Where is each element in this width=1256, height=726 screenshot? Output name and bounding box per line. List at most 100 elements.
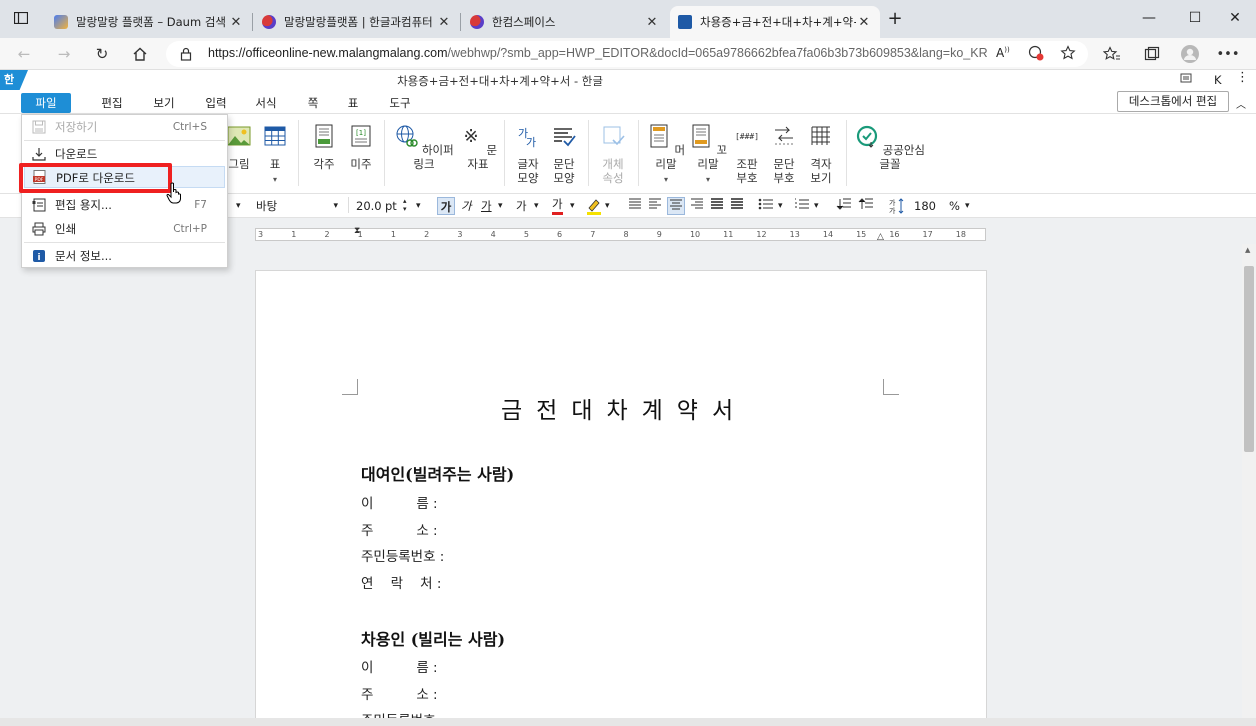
download-icon xyxy=(32,148,46,161)
scrollbar-thumb[interactable] xyxy=(1244,266,1254,452)
back-icon[interactable]: ← xyxy=(10,42,38,66)
close-tab-icon[interactable]: ✕ xyxy=(856,15,872,30)
refresh-icon[interactable]: ↻ xyxy=(88,42,116,66)
ruler-tick-label: 9 xyxy=(656,230,662,239)
underline-dropdown-icon[interactable]: ▾ xyxy=(498,197,503,215)
new-tab-icon[interactable]: + xyxy=(880,0,910,36)
add-favorite-icon[interactable] xyxy=(1060,45,1076,64)
numbered-list-icon[interactable] xyxy=(794,197,810,215)
comment-icon[interactable] xyxy=(1180,73,1192,88)
menu-file[interactable]: 파일 xyxy=(21,93,71,113)
browser-tab-hancom[interactable]: 말랑말랑플랫폼 | 한글과컴퓨터 ✕ xyxy=(254,6,460,38)
underline-button[interactable]: 가 xyxy=(481,197,492,215)
font-color-button[interactable]: 가 xyxy=(552,197,563,215)
menu-format[interactable]: 서식 xyxy=(246,93,286,113)
vertical-scrollbar[interactable]: ▲ xyxy=(1242,244,1256,720)
document-page[interactable]: 금전대차계약서 대여인(빌려주는 사람) 이 름 : 주 소 : 주민등록번호 … xyxy=(255,270,987,726)
para-shape-button[interactable]: 문단 모양 xyxy=(548,124,580,185)
insert-image-button[interactable]: 그림 xyxy=(226,124,252,171)
tab-actions-icon[interactable] xyxy=(0,0,42,36)
public-safe-font-button[interactable]: 공공안심글꼴 xyxy=(854,124,926,171)
typeset-marks-button[interactable]: [###] 조판 부호 xyxy=(732,124,762,185)
favorites-icon[interactable] xyxy=(1098,42,1126,66)
bullet-list-icon[interactable] xyxy=(758,197,774,215)
endnote-button[interactable]: [1] 미주 xyxy=(346,124,376,171)
align-justify-icon[interactable] xyxy=(628,197,642,215)
menu-insert[interactable]: 입력 xyxy=(196,93,236,113)
menu-page[interactable]: 쪽 xyxy=(296,93,330,113)
close-tab-icon[interactable]: ✕ xyxy=(436,15,452,30)
menu-item-doc-info[interactable]: i 문서 정보... xyxy=(22,245,227,267)
bullet-dropdown-icon[interactable]: ▾ xyxy=(778,197,783,215)
header-button[interactable]: 머리말 ▾ xyxy=(646,124,686,187)
close-tab-icon[interactable]: ✕ xyxy=(228,15,244,30)
menu-table[interactable]: 표 xyxy=(338,93,368,113)
line-spacing-value[interactable]: 180 xyxy=(914,197,936,215)
highlight-icon[interactable] xyxy=(586,197,602,215)
lock-icon[interactable] xyxy=(180,47,192,64)
forward-icon[interactable]: → xyxy=(50,42,78,66)
increase-indent-icon[interactable] xyxy=(858,197,874,215)
footer-button[interactable]: 꼬리말 ▾ xyxy=(688,124,728,187)
menu-item-print[interactable]: 인쇄 Ctrl+P xyxy=(22,218,227,240)
read-aloud-icon[interactable]: A)) xyxy=(996,46,1010,60)
numbering-dropdown-icon[interactable]: ▾ xyxy=(814,197,819,215)
tracking-prevention-icon[interactable] xyxy=(1028,45,1044,64)
desktop-edit-button[interactable]: 데스크톱에서 편집 xyxy=(1117,91,1229,112)
browser-tab-daum[interactable]: 말랑말랑 플랫폼 – Daum 검색 ✕ xyxy=(46,6,252,38)
line-spacing-icon[interactable]: 가가 xyxy=(888,197,906,215)
url-field[interactable]: https://officeonline-new.malangmalang.co… xyxy=(166,41,1088,67)
font-size-input[interactable]: 20.0 xyxy=(356,197,382,215)
style-dropdown-caret-icon[interactable]: ▾ xyxy=(236,197,241,215)
svg-text:[1]: [1] xyxy=(356,129,366,137)
decrease-indent-icon[interactable] xyxy=(836,197,852,215)
ribbon-label: 보기 xyxy=(810,171,832,185)
strikethrough-button[interactable]: 가 xyxy=(516,197,527,215)
char-shape-button[interactable]: 가가 글자 모양 xyxy=(512,124,544,185)
italic-button[interactable]: 가 xyxy=(461,197,472,215)
align-center-icon[interactable] xyxy=(667,197,685,215)
align-left-icon[interactable] xyxy=(648,197,662,215)
ruler-tick-label: 13 xyxy=(789,230,800,239)
browser-tab-document[interactable]: 차용증+금+전+대+차+계+약+서 ✕ xyxy=(670,6,880,38)
menu-edit[interactable]: 편집 xyxy=(92,93,132,113)
svg-text:[###]: [###] xyxy=(735,132,759,141)
grid-view-button[interactable]: 격자 보기 xyxy=(806,124,836,185)
highlight-dropdown-icon[interactable]: ▾ xyxy=(605,197,610,215)
align-right-icon[interactable] xyxy=(690,197,704,215)
font-select[interactable]: 바탕 ▾ xyxy=(256,197,340,215)
bold-button[interactable]: 가 xyxy=(437,197,455,215)
strike-dropdown-icon[interactable]: ▾ xyxy=(534,197,539,215)
object-properties-button[interactable]: 개체 속성 xyxy=(596,124,630,185)
paragraph-marks-button[interactable]: 문단 부호 xyxy=(768,124,800,185)
font-color-dropdown-icon[interactable]: ▾ xyxy=(570,197,575,215)
collections-icon[interactable] xyxy=(1138,42,1166,66)
align-split-icon[interactable] xyxy=(730,197,744,215)
line-spacing-dropdown-icon[interactable]: ▾ xyxy=(965,197,970,215)
collapse-ribbon-icon[interactable]: ︿ xyxy=(1236,96,1246,111)
menu-item-download[interactable]: 다운로드 xyxy=(22,143,227,165)
indent-marker-icon[interactable]: ⧗ xyxy=(354,226,360,236)
right-indent-marker-icon[interactable]: △ xyxy=(877,232,884,242)
close-window-icon[interactable]: ✕ xyxy=(1212,0,1256,36)
align-distribute-icon[interactable] xyxy=(710,197,724,215)
menu-item-save[interactable]: 저장하기 Ctrl+S xyxy=(22,116,227,138)
more-vertical-icon[interactable]: ⋮ xyxy=(1236,70,1250,85)
footnote-button[interactable]: 각주 xyxy=(308,124,340,171)
close-tab-icon[interactable]: ✕ xyxy=(644,15,660,30)
profile-avatar-icon[interactable] xyxy=(1176,42,1204,66)
menu-view[interactable]: 보기 xyxy=(144,93,184,113)
home-icon[interactable] xyxy=(126,42,154,66)
browser-tab-hancomspace[interactable]: 한컴스페이스 ✕ xyxy=(462,6,668,38)
scroll-up-icon[interactable]: ▲ xyxy=(1245,246,1250,254)
minimize-icon[interactable]: — xyxy=(1126,0,1172,36)
hyperlink-button[interactable]: 하이퍼링크 xyxy=(394,124,454,171)
insert-table-button[interactable]: 표 ▾ xyxy=(262,124,288,187)
menu-item-page-setup[interactable]: 편집 용지... F7 xyxy=(22,194,227,216)
user-initial[interactable]: K xyxy=(1214,73,1222,87)
more-options-icon[interactable]: ••• xyxy=(1214,42,1242,66)
symbol-button[interactable]: ※ 문자표 xyxy=(458,124,498,171)
font-size-stepper[interactable]: ▴ ▾ xyxy=(403,197,407,215)
menu-tools[interactable]: 도구 xyxy=(380,93,420,113)
unit-dropdown-icon[interactable]: ▾ xyxy=(416,197,421,215)
